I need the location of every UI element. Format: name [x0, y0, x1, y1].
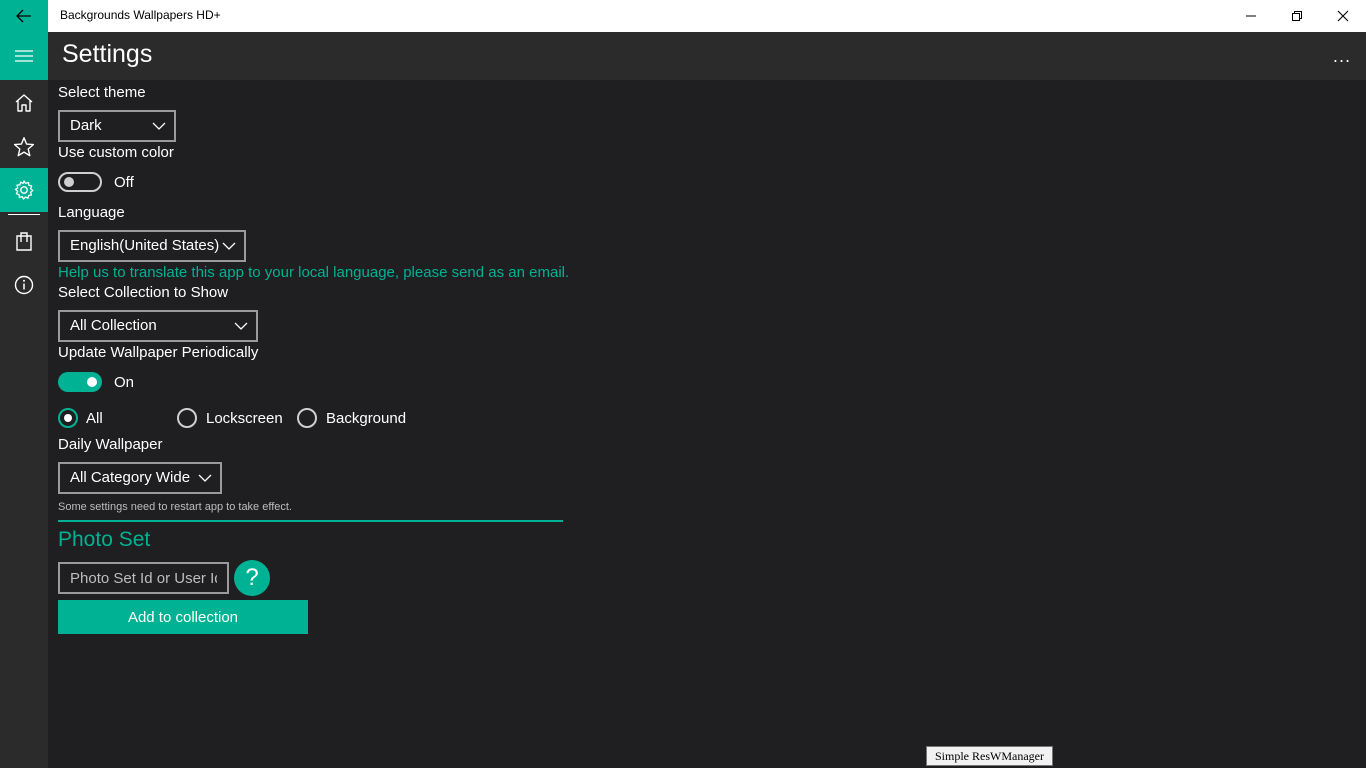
minimize-icon	[1246, 15, 1256, 17]
daily-wallpaper-label: Daily Wallpaper	[58, 436, 163, 453]
info-icon	[14, 275, 34, 295]
restore-button[interactable]	[1274, 0, 1320, 32]
language-value: English(United States)	[70, 237, 220, 254]
photo-set-title: Photo Set	[58, 528, 151, 551]
navigation-pane	[0, 32, 48, 768]
more-icon: ...	[1332, 46, 1352, 66]
radio-dot	[64, 414, 72, 422]
more-options-button[interactable]: ...	[1328, 44, 1356, 68]
theme-value: Dark	[70, 117, 102, 134]
daily-wallpaper-dropdown[interactable]: All Category Wide	[58, 462, 222, 494]
tooltip: Simple ResWManager	[926, 746, 1053, 766]
close-button[interactable]	[1320, 0, 1366, 32]
radio-lockscreen-label[interactable]: Lockscreen	[206, 410, 283, 427]
chevron-down-icon	[152, 122, 166, 130]
custom-color-state: Off	[114, 174, 134, 191]
nav-item-home[interactable]	[0, 81, 48, 125]
custom-color-toggle[interactable]	[58, 172, 102, 192]
chevron-down-icon	[222, 242, 236, 250]
app-title: Backgrounds Wallpapers HD+	[60, 8, 221, 22]
back-arrow-icon	[16, 9, 31, 23]
nav-item-store[interactable]	[0, 219, 48, 263]
hamburger-icon	[15, 50, 33, 62]
custom-color-label: Use custom color	[58, 144, 174, 161]
translate-help-link[interactable]: Help us to translate this app to your lo…	[58, 264, 569, 281]
radio-all[interactable]	[58, 408, 78, 428]
back-button[interactable]	[0, 0, 48, 32]
section-divider	[58, 520, 563, 522]
add-to-collection-button[interactable]: Add to collection	[58, 600, 308, 634]
gear-icon	[14, 180, 34, 200]
chevron-down-icon	[198, 474, 212, 482]
update-toggle[interactable]	[58, 372, 102, 392]
page-header: Settings ...	[48, 32, 1366, 80]
hamburger-button[interactable]	[0, 32, 48, 80]
nav-separator	[8, 214, 40, 215]
help-button[interactable]: ?	[234, 560, 270, 596]
collection-value: All Collection	[70, 317, 157, 334]
restart-note: Some settings need to restart app to tak…	[58, 501, 292, 513]
daily-wallpaper-value: All Category Wide	[70, 469, 191, 486]
radio-all-label[interactable]: All	[86, 410, 103, 427]
collection-dropdown[interactable]: All Collection	[58, 310, 258, 342]
nav-item-settings[interactable]	[0, 168, 48, 212]
toggle-knob	[64, 177, 74, 187]
shopping-bag-icon	[16, 232, 32, 251]
radio-background[interactable]	[297, 408, 317, 428]
home-icon	[15, 94, 33, 112]
question-icon: ?	[245, 564, 259, 591]
toggle-knob	[87, 377, 97, 387]
collection-label: Select Collection to Show	[58, 284, 229, 301]
language-label: Language	[58, 204, 125, 221]
radio-background-label[interactable]: Background	[326, 410, 406, 427]
update-label: Update Wallpaper Periodically	[58, 344, 259, 361]
close-icon	[1337, 10, 1349, 22]
radio-lockscreen[interactable]	[177, 408, 197, 428]
page-title: Settings	[62, 40, 153, 68]
update-state: On	[114, 374, 135, 391]
minimize-button[interactable]	[1228, 0, 1274, 32]
title-bar: Backgrounds Wallpapers HD+	[0, 0, 1366, 32]
photo-set-input[interactable]	[58, 562, 229, 594]
language-dropdown[interactable]: English(United States)	[58, 230, 246, 262]
star-icon	[13, 137, 35, 157]
nav-item-about[interactable]	[0, 263, 48, 307]
theme-dropdown[interactable]: Dark	[58, 110, 176, 142]
nav-item-favorites[interactable]	[0, 125, 48, 169]
theme-label: Select theme	[58, 84, 146, 101]
chevron-down-icon	[234, 322, 248, 330]
restore-icon	[1292, 11, 1302, 21]
